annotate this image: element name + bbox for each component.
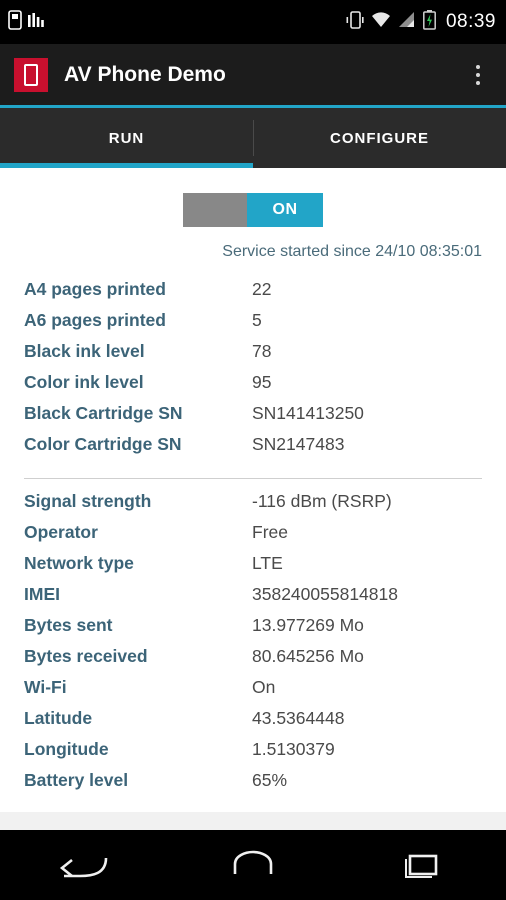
status-bar-clock: 08:39 [445,11,496,32]
section-divider [24,478,482,479]
phone-app-icon [14,57,48,92]
table-row: A4 pages printed 22 [24,279,482,310]
table-row: Color Cartridge SN SN2147483 [24,434,482,465]
content-bottom-strip [0,812,506,830]
stat-value: Free [252,522,288,542]
status-bar: 08:39 [0,0,506,44]
stat-value: 78 [252,341,272,361]
status-bar-left-icons [8,9,44,35]
table-row: IMEI 358240055814818 [24,584,482,615]
table-row: Black Cartridge SN SN141413250 [24,403,482,434]
table-row: Black ink level 78 [24,341,482,372]
stat-value: 80.645256 Mo [252,646,364,666]
stat-key: Signal strength [24,491,152,511]
stat-value: 13.977269 Mo [252,615,364,635]
stat-key: Color ink level [24,372,144,392]
vibrate-icon [346,10,364,35]
table-row: Latitude 43.5364448 [24,708,482,739]
table-row: Longitude 1.5130379 [24,739,482,770]
run-panel: ON Service started since 24/10 08:35:01 … [0,168,506,830]
table-row: Signal strength -116 dBm (RSRP) [24,491,482,522]
stat-key: Color Cartridge SN [24,434,182,454]
stat-key: Network type [24,553,134,573]
sim-card-icon [8,9,22,35]
stat-value: 43.5364448 [252,708,345,728]
tab-run-label: RUN [108,129,145,147]
stat-value: 5 [252,310,262,330]
cell-signal-icon [398,11,416,34]
tab-bar: RUN CONFIGURE [0,108,506,168]
device-stats-table: Signal strength -116 dBm (RSRP) Operator… [0,491,506,801]
back-icon[interactable] [49,840,119,890]
home-icon[interactable] [218,840,288,890]
stat-key: Black ink level [24,341,145,361]
table-row: Bytes sent 13.977269 Mo [24,615,482,646]
table-row: Wi-Fi On [24,677,482,708]
toggle-knob[interactable] [183,193,247,227]
service-toggle[interactable]: ON [183,193,323,227]
stat-value: LTE [252,553,283,573]
phone-glyph [24,63,38,86]
action-bar: AV Phone Demo [0,44,506,108]
tab-configure[interactable]: CONFIGURE [253,108,506,168]
toggle-state-label: ON [247,193,323,227]
service-status-text: Service started since 24/10 08:35:01 [222,243,482,260]
phone-screen: 08:39 AV Phone Demo RUN CONFIGURE ON Ser… [0,0,506,900]
stat-value: 358240055814818 [252,584,398,604]
tab-configure-label: CONFIGURE [330,129,429,147]
stat-key: Longitude [24,739,109,759]
status-bar-right-icons: 08:39 [346,9,496,35]
table-row: Color ink level 95 [24,372,482,403]
wifi-icon [371,11,391,34]
stat-key: IMEI [24,584,60,604]
stat-value: 22 [252,279,272,299]
stat-key: Battery level [24,770,129,790]
overflow-menu-icon[interactable] [464,55,492,95]
stat-value: SN141413250 [252,403,364,423]
stat-key: Bytes sent [24,615,113,635]
stat-key: Latitude [24,708,93,728]
stat-key: Bytes received [24,646,148,666]
stat-key: A4 pages printed [24,279,166,299]
service-toggle-row: ON [0,168,506,227]
stat-value: SN2147483 [252,434,345,454]
stat-value: -116 dBm (RSRP) [252,491,392,511]
signal-bars-icon [28,11,44,34]
table-row: A6 pages printed 5 [24,310,482,341]
table-row: Bytes received 80.645256 Mo [24,646,482,677]
stat-key: Operator [24,522,98,542]
recents-icon[interactable] [387,840,457,890]
stat-value: On [252,677,276,697]
table-row: Operator Free [24,522,482,553]
stat-key: Black Cartridge SN [24,403,183,423]
stat-value: 1.5130379 [252,739,335,759]
system-nav-bar [0,830,506,900]
page-title: AV Phone Demo [64,62,226,86]
table-row: Battery level 65% [24,770,482,801]
battery-charging-icon [423,9,436,35]
tab-run[interactable]: RUN [0,108,253,168]
printer-stats-table: A4 pages printed 22 A6 pages printed 5 B… [0,279,506,465]
stat-key: Wi-Fi [24,677,67,697]
stat-value: 95 [252,372,272,392]
stat-value: 65% [252,770,288,790]
stat-key: A6 pages printed [24,310,166,330]
table-row: Network type LTE [24,553,482,584]
